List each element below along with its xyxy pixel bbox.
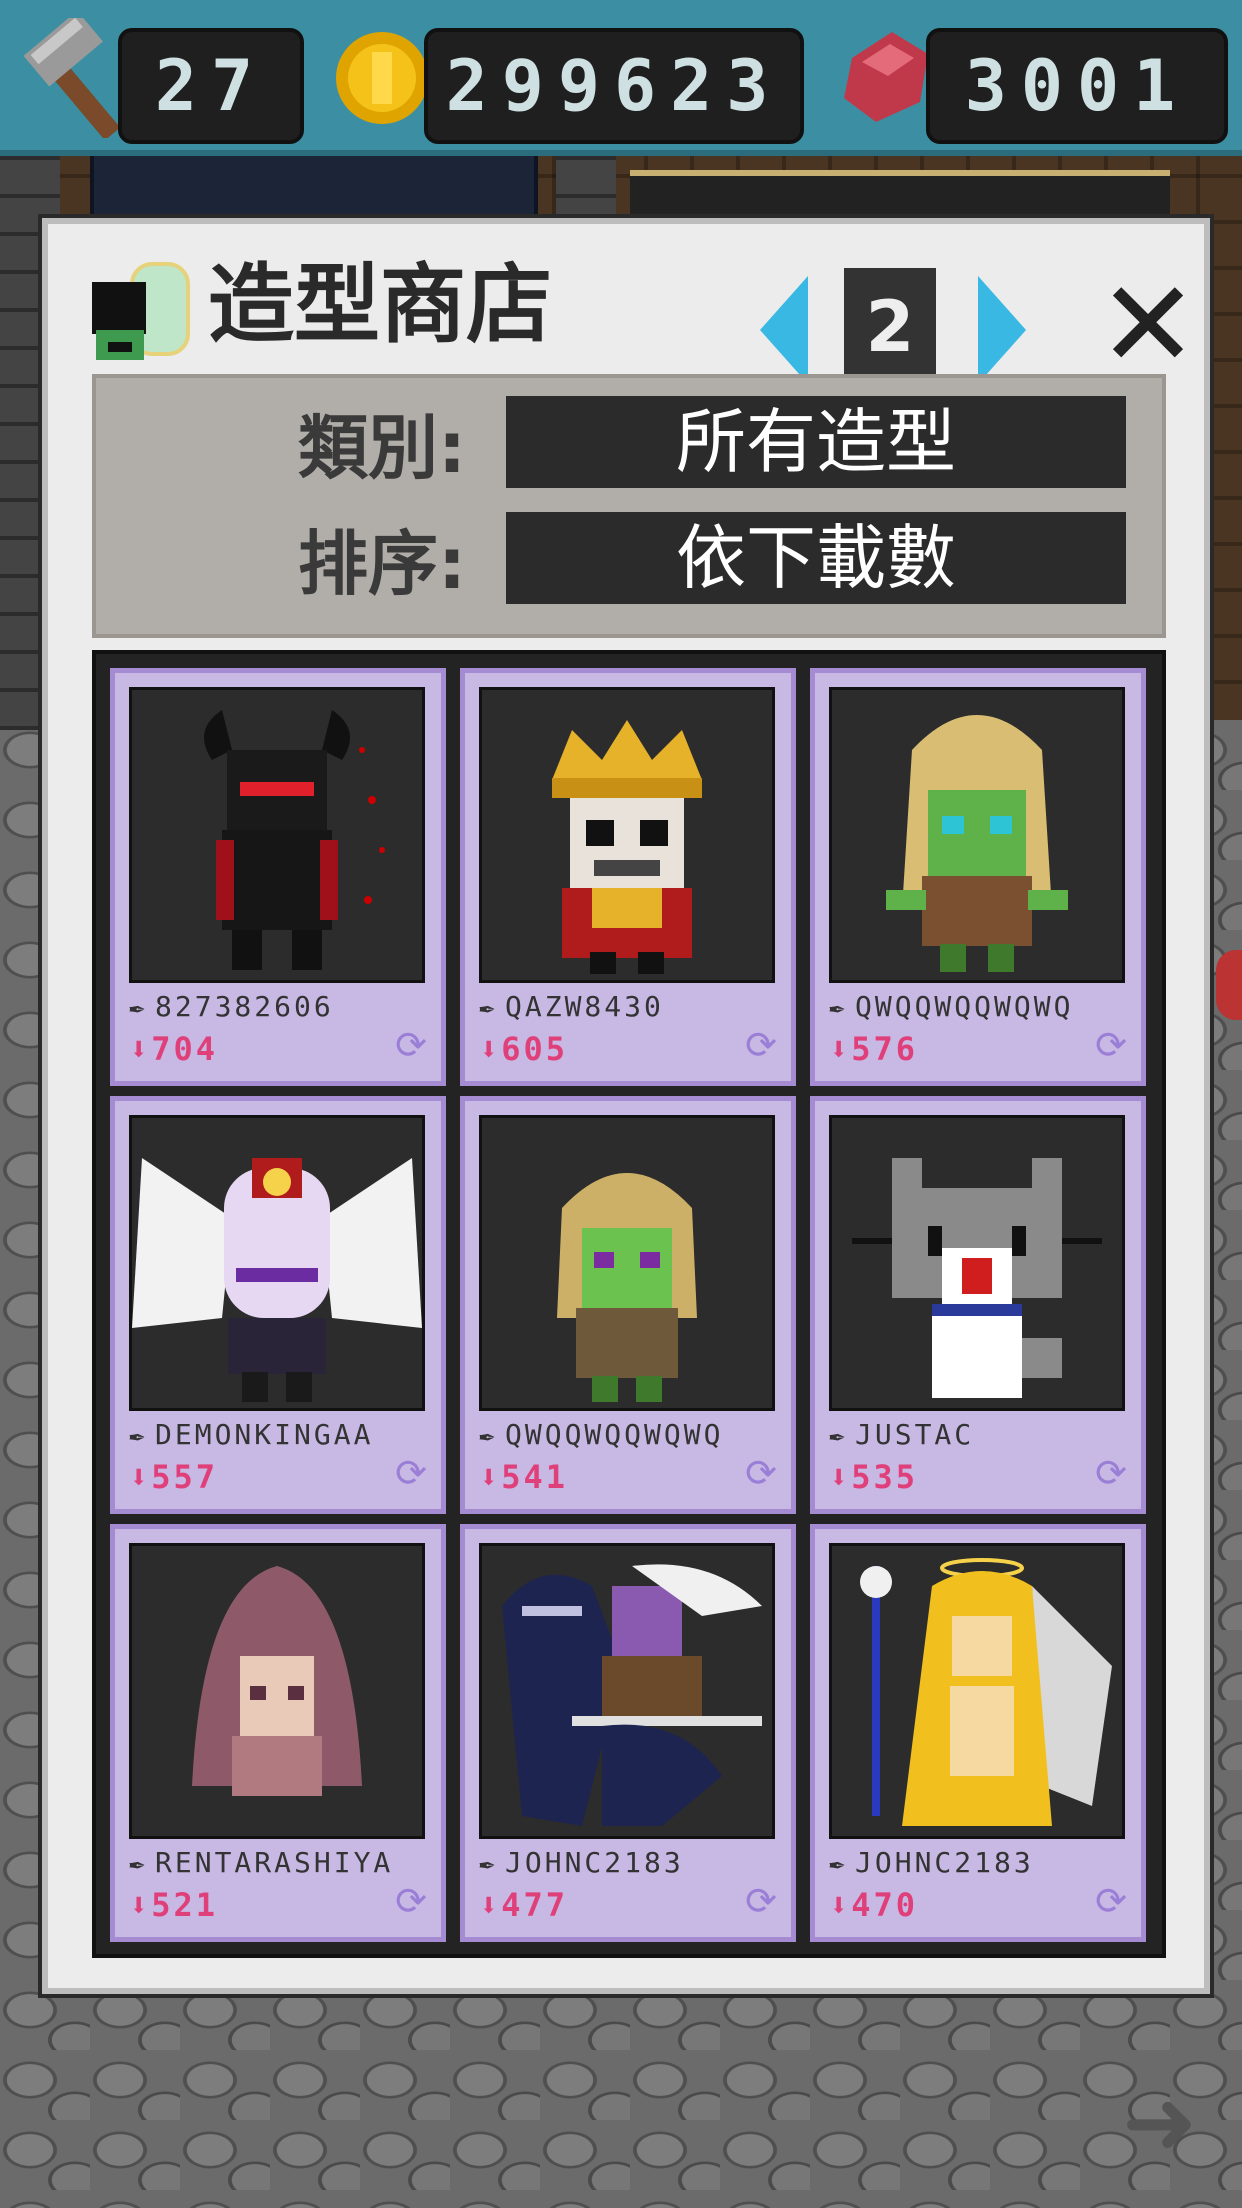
refresh-icon[interactable]: ⟳ [1091, 1881, 1131, 1921]
quill-icon: ✒ [829, 993, 848, 1023]
skin-downloads: ⬇557 [129, 1458, 219, 1496]
skin-card[interactable]: ✒ 827382606 ⬇704 ⟳ [110, 668, 446, 1086]
skin-author: ✒ RENTARASHIYA [129, 1841, 419, 1885]
skin-card[interactable]: ✒ QWQQWQQWQWQ ⬇576 ⟳ [810, 668, 1146, 1086]
download-icon: ⬇ [129, 1886, 152, 1924]
download-icon: ⬇ [479, 1886, 502, 1924]
hammer-count: 27 [118, 28, 304, 144]
refresh-icon[interactable]: ⟳ [1091, 1025, 1131, 1065]
skin-shop-panel: 造型商店 2 ✕ 類別: 所有造型 排序: 依下載數 ✒ 827382606 ⬇… [42, 218, 1210, 1994]
skin-preview [129, 687, 425, 983]
shop-avatar-icon [92, 262, 190, 360]
refresh-icon[interactable]: ⟳ [741, 1881, 781, 1921]
page-number: 2 [844, 268, 936, 386]
refresh-icon[interactable]: ⟳ [391, 1453, 431, 1493]
skin-author: ✒ QAZW8430 [479, 985, 769, 1029]
skin-card[interactable]: ✒ JUSTAC ⬇535 ⟳ [810, 1096, 1146, 1514]
quill-icon: ✒ [479, 993, 498, 1023]
refresh-icon[interactable]: ⟳ [741, 1025, 781, 1065]
skin-downloads: ⬇470 [829, 1886, 919, 1924]
hammer-icon [23, 18, 121, 138]
refresh-icon[interactable]: ⟳ [391, 1025, 431, 1065]
download-icon: ⬇ [829, 1458, 852, 1496]
skin-preview [829, 1543, 1125, 1839]
skin-downloads: ⬇576 [829, 1030, 919, 1068]
skin-preview [829, 1115, 1125, 1411]
quill-icon: ✒ [829, 1421, 848, 1451]
quill-icon: ✒ [479, 1849, 498, 1879]
category-label: 類別: [298, 407, 466, 489]
skin-author: ✒ JOHNC2183 [479, 1841, 769, 1885]
skin-author: ✒ JOHNC2183 [829, 1841, 1119, 1885]
refresh-icon[interactable]: ⟳ [391, 1881, 431, 1921]
skin-card[interactable]: ✒ QAZW8430 ⬇605 ⟳ [460, 668, 796, 1086]
skin-downloads: ⬇521 [129, 1886, 219, 1924]
skin-preview [479, 1543, 775, 1839]
background-machine [90, 150, 538, 228]
quill-icon: ✒ [479, 1421, 498, 1451]
refresh-icon[interactable]: ⟳ [1091, 1453, 1131, 1493]
skin-card[interactable]: ✒ JOHNC2183 ⬇470 ⟳ [810, 1524, 1146, 1942]
download-icon: ⬇ [129, 1030, 152, 1068]
skin-preview [479, 1115, 775, 1411]
quill-icon: ✒ [129, 993, 148, 1023]
skin-author: ✒ DEMONKINGAA [129, 1413, 419, 1457]
filter-panel: 類別: 所有造型 排序: 依下載數 [92, 374, 1166, 638]
skin-downloads: ⬇477 [479, 1886, 569, 1924]
skin-card[interactable]: ✒ DEMONKINGAA ⬇557 ⟳ [110, 1096, 446, 1514]
next-page-button[interactable] [978, 276, 1026, 384]
skin-author: ✒ QWQQWQQWQWQ [829, 985, 1119, 1029]
next-arrow-icon[interactable]: ➜ [1122, 2078, 1212, 2168]
quill-icon: ✒ [829, 1849, 848, 1879]
close-button[interactable]: ✕ [1088, 266, 1208, 386]
skin-downloads: ⬇605 [479, 1030, 569, 1068]
download-icon: ⬇ [479, 1030, 502, 1068]
background-red-object [1216, 950, 1242, 1020]
coin-count: 299623 [424, 28, 804, 144]
skin-card[interactable]: ✒ QWQQWQQWQWQ ⬇541 ⟳ [460, 1096, 796, 1514]
quill-icon: ✒ [129, 1421, 148, 1451]
gem-count: 3001 [926, 28, 1228, 144]
skin-card[interactable]: ✒ RENTARASHIYA ⬇521 ⟳ [110, 1524, 446, 1942]
download-icon: ⬇ [479, 1458, 502, 1496]
prev-page-button[interactable] [760, 276, 808, 384]
shop-title: 造型商店 [208, 255, 552, 355]
skin-preview [129, 1115, 425, 1411]
skin-author: ✒ QWQQWQQWQWQ [479, 1413, 769, 1457]
download-icon: ⬇ [829, 1886, 852, 1924]
skin-author: ✒ 827382606 [129, 985, 419, 1029]
skin-card[interactable]: ✒ JOHNC2183 ⬇477 ⟳ [460, 1524, 796, 1942]
sort-select[interactable]: 依下載數 [506, 512, 1126, 604]
top-hud: 27 299623 3001 [0, 0, 1242, 156]
skin-downloads: ⬇541 [479, 1458, 569, 1496]
skin-downloads: ⬇704 [129, 1030, 219, 1068]
download-icon: ⬇ [129, 1458, 152, 1496]
skin-downloads: ⬇535 [829, 1458, 919, 1496]
download-icon: ⬇ [829, 1030, 852, 1068]
category-select[interactable]: 所有造型 [506, 396, 1126, 488]
refresh-icon[interactable]: ⟳ [741, 1453, 781, 1493]
background-rail [630, 170, 1170, 222]
skin-preview [829, 687, 1125, 983]
skin-author: ✒ JUSTAC [829, 1413, 1119, 1457]
skin-preview [129, 1543, 425, 1839]
quill-icon: ✒ [129, 1849, 148, 1879]
skin-grid: ✒ 827382606 ⬇704 ⟳ ✒ QAZW8430 ⬇605 ⟳ ✒ Q… [92, 650, 1166, 1958]
sort-label: 排序: [298, 523, 466, 605]
skin-preview [479, 687, 775, 983]
